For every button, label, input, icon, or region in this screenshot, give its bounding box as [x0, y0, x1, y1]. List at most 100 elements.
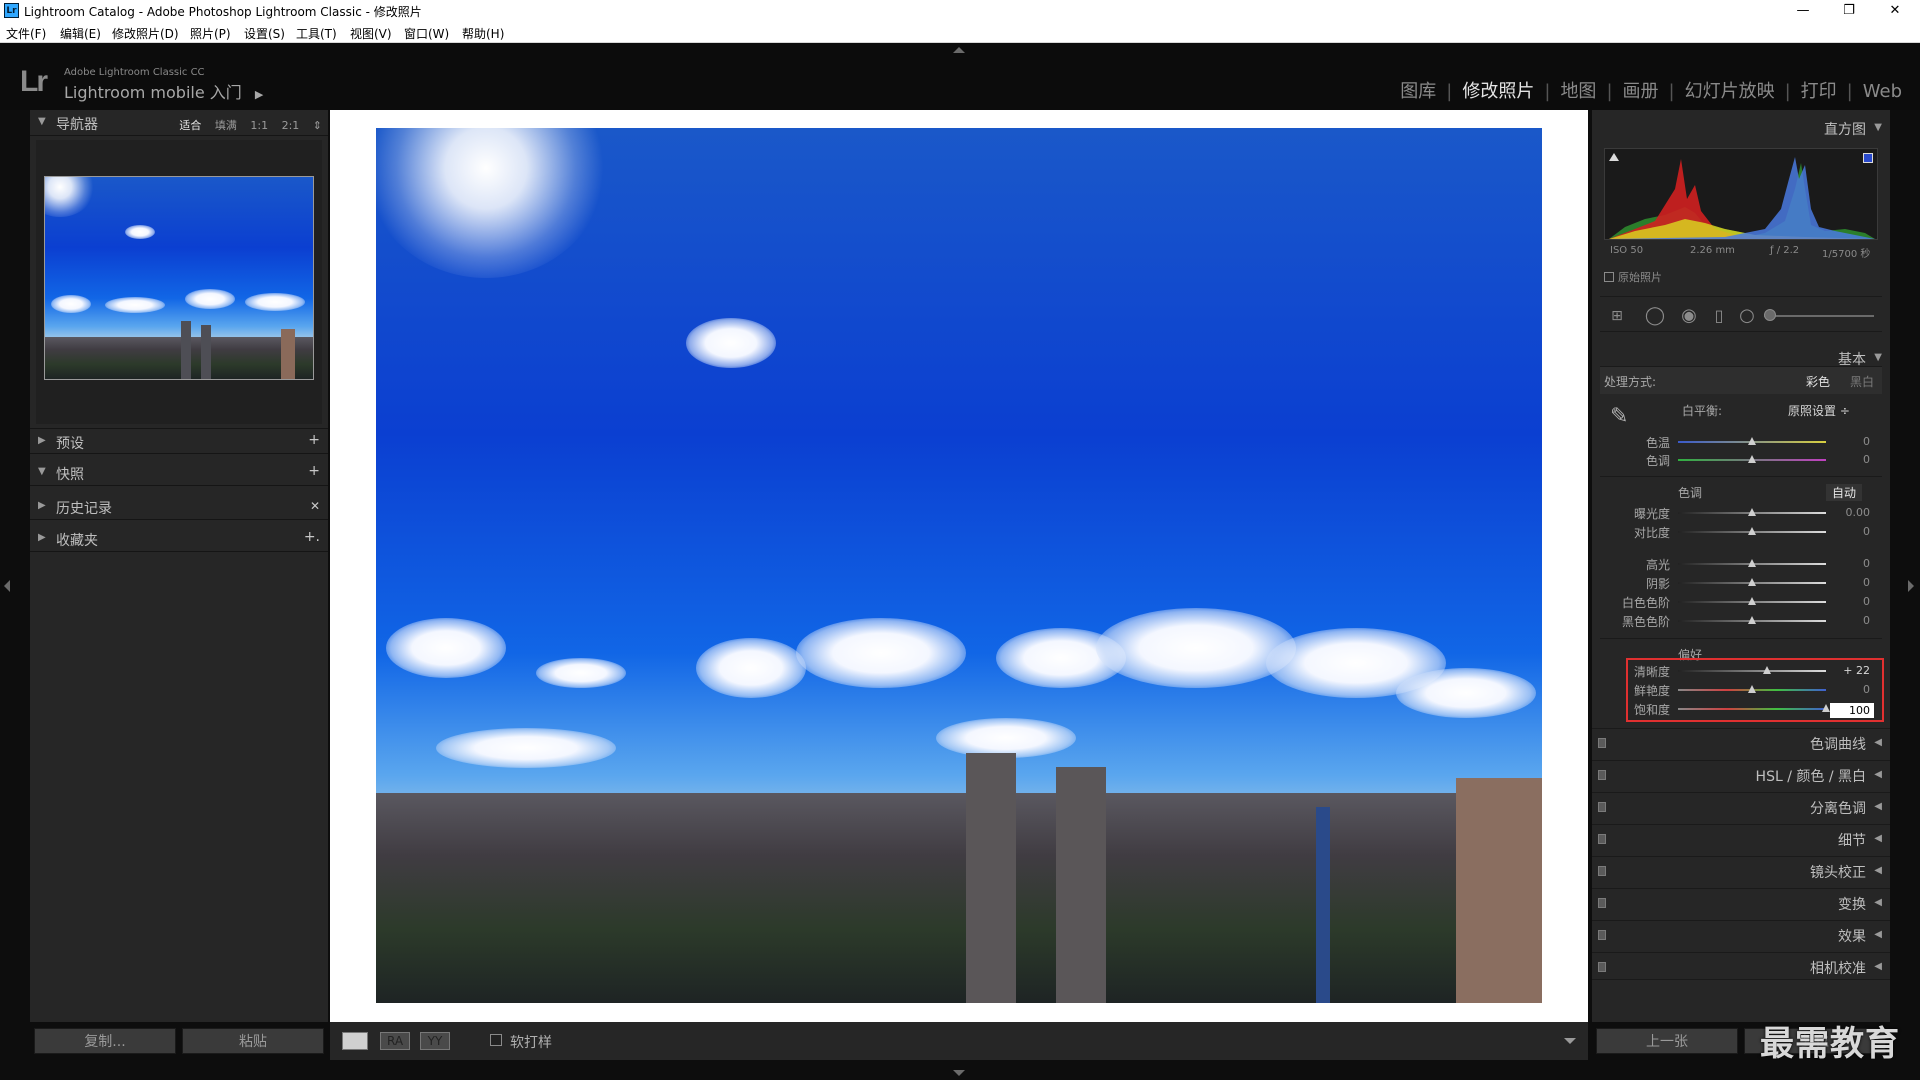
panel-switch-icon[interactable] [1598, 770, 1606, 780]
graduated-filter-tool-icon[interactable]: ▯ [1708, 305, 1730, 327]
soft-proof-checkbox[interactable] [490, 1034, 502, 1046]
original-photo-toggle[interactable]: 原始照片 [1604, 269, 1662, 285]
contrast-slider[interactable] [1678, 527, 1826, 535]
minimize-button[interactable]: — [1780, 0, 1826, 22]
filmstrip-toggle-icon[interactable] [953, 1070, 965, 1076]
shadows-value[interactable]: 0 [1830, 576, 1870, 589]
module-slideshow[interactable]: 幻灯片放映 [1685, 77, 1775, 103]
snapshots-header[interactable]: ▼ 快照 + [30, 460, 328, 486]
shadows-slider[interactable] [1678, 578, 1826, 586]
menu-settings[interactable]: 设置(S) [244, 25, 285, 42]
history-header[interactable]: ▶ 历史记录 ✕ [30, 494, 328, 520]
before-after-tb-button[interactable]: YY [420, 1032, 450, 1050]
histogram-header[interactable]: 直方图 ▼ [1592, 114, 1890, 142]
spot-removal-tool-icon[interactable]: ◯ [1644, 305, 1666, 327]
restore-button[interactable]: ❐ [1826, 0, 1872, 22]
add-preset-icon[interactable]: + [308, 432, 320, 448]
white-balance-eyedropper-icon[interactable]: ✎ [1610, 404, 1640, 434]
blacks-knob[interactable] [1748, 616, 1756, 624]
red-eye-tool-icon[interactable]: ◉ [1678, 305, 1700, 327]
add-collection-icon[interactable]: +. [304, 529, 320, 545]
highlights-value[interactable]: 0 [1830, 557, 1870, 570]
module-book[interactable]: 画册 [1623, 77, 1659, 103]
module-map[interactable]: 地图 [1560, 77, 1596, 103]
highlights-knob[interactable] [1748, 559, 1756, 567]
clear-history-icon[interactable]: ✕ [310, 499, 320, 513]
module-develop[interactable]: 修改照片 [1462, 77, 1534, 103]
zoom-fill[interactable]: 填满 [215, 119, 237, 132]
toolbar-content-dropdown-icon[interactable] [1564, 1038, 1576, 1044]
treatment-bw-option[interactable]: 黑白 [1850, 373, 1874, 390]
module-web[interactable]: Web [1863, 81, 1902, 102]
menu-window[interactable]: 窗口(W) [404, 25, 449, 42]
adjustment-brush-icon[interactable] [1764, 309, 1776, 321]
previous-settings-button[interactable]: 上一张 [1596, 1028, 1738, 1054]
tone-curve-panel-header[interactable]: 色调曲线 ◀ [1592, 728, 1890, 756]
calibration-panel-header[interactable]: 相机校准 ◀ [1592, 952, 1890, 980]
panel-switch-icon[interactable] [1598, 962, 1606, 972]
detail-panel-header[interactable]: 细节 ◀ [1592, 824, 1890, 852]
brush-tool-slider[interactable] [1764, 315, 1874, 317]
zoom-fit[interactable]: 适合 [179, 119, 201, 132]
loupe-view-button[interactable] [342, 1032, 368, 1050]
whites-value[interactable]: 0 [1830, 595, 1870, 608]
main-photo[interactable] [376, 128, 1542, 1003]
panel-switch-icon[interactable] [1598, 802, 1606, 812]
menu-view[interactable]: 视图(V) [350, 25, 392, 42]
original-photo-checkbox[interactable] [1604, 272, 1614, 282]
effects-panel-header[interactable]: 效果 ◀ [1592, 920, 1890, 948]
temp-value[interactable]: 0 [1830, 435, 1870, 448]
menu-edit[interactable]: 编辑(E) [60, 25, 101, 42]
blacks-slider[interactable] [1678, 616, 1826, 624]
tint-value[interactable]: 0 [1830, 453, 1870, 466]
module-print[interactable]: 打印 [1801, 77, 1837, 103]
menu-develop[interactable]: 修改照片(D) [112, 25, 179, 42]
top-panel-toggle-icon[interactable] [953, 47, 965, 53]
highlight-clipping-icon[interactable] [1863, 153, 1873, 163]
tint-knob[interactable] [1748, 455, 1756, 463]
temp-knob[interactable] [1748, 437, 1756, 445]
highlights-slider[interactable] [1678, 559, 1826, 567]
exposure-value[interactable]: 0.00 [1830, 506, 1871, 519]
panel-switch-icon[interactable] [1598, 866, 1606, 876]
panel-switch-icon[interactable] [1598, 930, 1606, 940]
histogram[interactable] [1604, 148, 1878, 240]
contrast-value[interactable]: 0 [1830, 525, 1870, 538]
transform-panel-header[interactable]: 变换 ◀ [1592, 888, 1890, 916]
treatment-color-option[interactable]: 彩色 [1806, 373, 1830, 390]
menu-tools[interactable]: 工具(T) [296, 25, 337, 42]
lens-corrections-panel-header[interactable]: 镜头校正 ◀ [1592, 856, 1890, 884]
saturation-value-input[interactable]: 100 [1830, 703, 1874, 718]
paste-settings-button[interactable]: 粘贴 [182, 1028, 324, 1054]
temp-slider[interactable] [1678, 437, 1826, 445]
module-library[interactable]: 图库 [1400, 77, 1436, 103]
close-window-button[interactable]: ✕ [1872, 0, 1918, 22]
menu-file[interactable]: 文件(F) [6, 25, 46, 42]
panel-switch-icon[interactable] [1598, 898, 1606, 908]
before-after-lr-button[interactable]: RA [380, 1032, 410, 1050]
split-toning-panel-header[interactable]: 分离色调 ◀ [1592, 792, 1890, 820]
zoom-more-icon[interactable]: ⇕ [313, 119, 322, 132]
radial-filter-tool-icon[interactable]: ○ [1736, 305, 1758, 327]
contrast-knob[interactable] [1748, 527, 1756, 535]
tint-slider[interactable] [1678, 455, 1826, 463]
copy-settings-button[interactable]: 复制... [34, 1028, 176, 1054]
exposure-knob[interactable] [1748, 508, 1756, 516]
zoom-2-1[interactable]: 2:1 [282, 119, 300, 132]
shadow-clipping-icon[interactable] [1609, 153, 1619, 161]
left-panel-toggle-icon[interactable] [4, 580, 10, 592]
navigator-header[interactable]: ▼ 导航器 适合 填满 1:1 2:1 ⇕ [30, 110, 328, 136]
blacks-value[interactable]: 0 [1830, 614, 1870, 627]
exposure-slider[interactable] [1678, 508, 1826, 516]
whites-slider[interactable] [1678, 597, 1826, 605]
menu-help[interactable]: 帮助(H) [462, 25, 504, 42]
menu-photo[interactable]: 照片(P) [190, 25, 231, 42]
crop-tool-icon[interactable]: ⊞ [1606, 305, 1628, 327]
tone-auto-button[interactable]: 自动 [1826, 484, 1863, 501]
add-snapshot-icon[interactable]: + [308, 463, 320, 479]
panel-switch-icon[interactable] [1598, 738, 1606, 748]
collections-header[interactable]: ▶ 收藏夹 +. [30, 526, 328, 552]
whites-knob[interactable] [1748, 597, 1756, 605]
right-panel-toggle-icon[interactable] [1908, 580, 1914, 592]
panel-switch-icon[interactable] [1598, 834, 1606, 844]
